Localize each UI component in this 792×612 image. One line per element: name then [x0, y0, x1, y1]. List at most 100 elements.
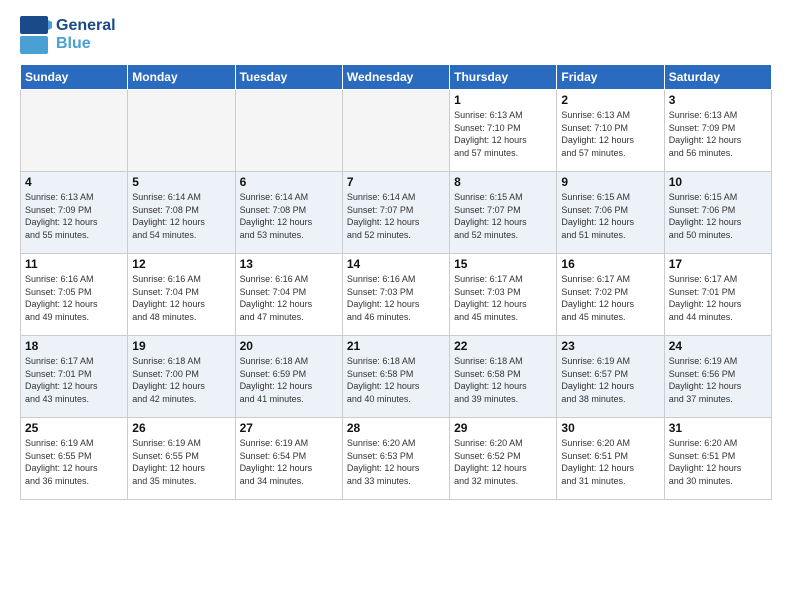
- calendar-cell: 18 Sunrise: 6:17 AM Sunset: 7:01 PM Dayli…: [21, 336, 128, 418]
- calendar-cell: [342, 90, 449, 172]
- day-number: 8: [454, 175, 552, 189]
- calendar-week-row: 18 Sunrise: 6:17 AM Sunset: 7:01 PM Dayli…: [21, 336, 772, 418]
- weekday-header-saturday: Saturday: [664, 65, 771, 90]
- calendar-cell: 3 Sunrise: 6:13 AM Sunset: 7:09 PM Daylig…: [664, 90, 771, 172]
- day-number: 1: [454, 93, 552, 107]
- weekday-header-sunday: Sunday: [21, 65, 128, 90]
- day-info: Sunrise: 6:13 AM Sunset: 7:09 PM Dayligh…: [669, 109, 767, 159]
- day-number: 3: [669, 93, 767, 107]
- calendar-cell: 9Sunrise: 6:15 AM Sunset: 7:06 PM Daylig…: [557, 172, 664, 254]
- logo-icon: [20, 16, 52, 54]
- weekday-header-thursday: Thursday: [450, 65, 557, 90]
- day-number: 7: [347, 175, 445, 189]
- day-info: Sunrise: 6:20 AM Sunset: 6:52 PM Dayligh…: [454, 437, 552, 487]
- calendar-cell: 30Sunrise: 6:20 AM Sunset: 6:51 PM Dayli…: [557, 418, 664, 500]
- day-info: Sunrise: 6:17 AM Sunset: 7:01 PM Dayligh…: [669, 273, 767, 323]
- day-info: Sunrise: 6:20 AM Sunset: 6:51 PM Dayligh…: [561, 437, 659, 487]
- day-number: 16: [561, 257, 659, 271]
- calendar-cell: [235, 90, 342, 172]
- day-info: Sunrise: 6:13 AM Sunset: 7:10 PM Dayligh…: [561, 109, 659, 159]
- weekday-header-friday: Friday: [557, 65, 664, 90]
- day-number: 26: [132, 421, 230, 435]
- day-info: Sunrise: 6:14 AM Sunset: 7:07 PM Dayligh…: [347, 191, 445, 241]
- day-info: Sunrise: 6:17 AM Sunset: 7:01 PM Dayligh…: [25, 355, 123, 405]
- day-info: Sunrise: 6:17 AM Sunset: 7:02 PM Dayligh…: [561, 273, 659, 323]
- page: General Blue SundayMondayTuesdayWednesda…: [0, 0, 792, 612]
- day-info: Sunrise: 6:13 AM Sunset: 7:10 PM Dayligh…: [454, 109, 552, 159]
- day-info: Sunrise: 6:19 AM Sunset: 6:55 PM Dayligh…: [25, 437, 123, 487]
- day-info: Sunrise: 6:14 AM Sunset: 7:08 PM Dayligh…: [240, 191, 338, 241]
- calendar-cell: [21, 90, 128, 172]
- calendar-cell: 6 Sunrise: 6:14 AM Sunset: 7:08 PM Daylig…: [235, 172, 342, 254]
- calendar-table: SundayMondayTuesdayWednesdayThursdayFrid…: [20, 64, 772, 500]
- calendar-cell: 31 Sunrise: 6:20 AM Sunset: 6:51 PM Dayli…: [664, 418, 771, 500]
- day-number: 5: [132, 175, 230, 189]
- day-number: 15: [454, 257, 552, 271]
- day-number: 21: [347, 339, 445, 353]
- day-number: 2: [561, 93, 659, 107]
- day-number: 22: [454, 339, 552, 353]
- day-number: 14: [347, 257, 445, 271]
- calendar-cell: 28 Sunrise: 6:20 AM Sunset: 6:53 PM Dayli…: [342, 418, 449, 500]
- calendar-cell: 12 Sunrise: 6:16 AM Sunset: 7:04 PM Dayli…: [128, 254, 235, 336]
- day-number: 12: [132, 257, 230, 271]
- calendar-week-row: 11 Sunrise: 6:16 AM Sunset: 7:05 PM Dayli…: [21, 254, 772, 336]
- calendar-cell: 20 Sunrise: 6:18 AM Sunset: 6:59 PM Dayli…: [235, 336, 342, 418]
- day-number: 24: [669, 339, 767, 353]
- calendar-cell: 29 Sunrise: 6:20 AM Sunset: 6:52 PM Dayli…: [450, 418, 557, 500]
- day-number: 28: [347, 421, 445, 435]
- day-info: Sunrise: 6:16 AM Sunset: 7:03 PM Dayligh…: [347, 273, 445, 323]
- day-info: Sunrise: 6:16 AM Sunset: 7:04 PM Dayligh…: [132, 273, 230, 323]
- calendar-cell: 24 Sunrise: 6:19 AM Sunset: 6:56 PM Dayli…: [664, 336, 771, 418]
- weekday-header-monday: Monday: [128, 65, 235, 90]
- day-info: Sunrise: 6:18 AM Sunset: 6:58 PM Dayligh…: [347, 355, 445, 405]
- day-number: 6: [240, 175, 338, 189]
- weekday-header-wednesday: Wednesday: [342, 65, 449, 90]
- day-number: 19: [132, 339, 230, 353]
- day-info: Sunrise: 6:15 AM Sunset: 7:07 PM Dayligh…: [454, 191, 552, 241]
- day-number: 18: [25, 339, 123, 353]
- day-number: 10: [669, 175, 767, 189]
- day-info: Sunrise: 6:18 AM Sunset: 7:00 PM Dayligh…: [132, 355, 230, 405]
- calendar-week-row: 25Sunrise: 6:19 AM Sunset: 6:55 PM Dayli…: [21, 418, 772, 500]
- calendar-cell: 17 Sunrise: 6:17 AM Sunset: 7:01 PM Dayli…: [664, 254, 771, 336]
- day-info: Sunrise: 6:13 AM Sunset: 7:09 PM Dayligh…: [25, 191, 123, 241]
- calendar-week-row: 1 Sunrise: 6:13 AM Sunset: 7:10 PM Daylig…: [21, 90, 772, 172]
- day-number: 4: [25, 175, 123, 189]
- calendar-cell: 13Sunrise: 6:16 AM Sunset: 7:04 PM Dayli…: [235, 254, 342, 336]
- calendar-cell: 5 Sunrise: 6:14 AM Sunset: 7:08 PM Daylig…: [128, 172, 235, 254]
- day-number: 13: [240, 257, 338, 271]
- day-info: Sunrise: 6:14 AM Sunset: 7:08 PM Dayligh…: [132, 191, 230, 241]
- day-info: Sunrise: 6:19 AM Sunset: 6:55 PM Dayligh…: [132, 437, 230, 487]
- day-number: 11: [25, 257, 123, 271]
- day-info: Sunrise: 6:15 AM Sunset: 7:06 PM Dayligh…: [561, 191, 659, 241]
- day-info: Sunrise: 6:20 AM Sunset: 6:53 PM Dayligh…: [347, 437, 445, 487]
- day-info: Sunrise: 6:19 AM Sunset: 6:54 PM Dayligh…: [240, 437, 338, 487]
- calendar-week-row: 4 Sunrise: 6:13 AM Sunset: 7:09 PM Daylig…: [21, 172, 772, 254]
- calendar-cell: 15 Sunrise: 6:17 AM Sunset: 7:03 PM Dayli…: [450, 254, 557, 336]
- calendar-cell: [128, 90, 235, 172]
- calendar-cell: 25Sunrise: 6:19 AM Sunset: 6:55 PM Dayli…: [21, 418, 128, 500]
- day-number: 29: [454, 421, 552, 435]
- day-info: Sunrise: 6:18 AM Sunset: 6:59 PM Dayligh…: [240, 355, 338, 405]
- day-info: Sunrise: 6:19 AM Sunset: 6:56 PM Dayligh…: [669, 355, 767, 405]
- day-info: Sunrise: 6:16 AM Sunset: 7:05 PM Dayligh…: [25, 273, 123, 323]
- day-number: 17: [669, 257, 767, 271]
- day-number: 23: [561, 339, 659, 353]
- day-number: 27: [240, 421, 338, 435]
- day-info: Sunrise: 6:17 AM Sunset: 7:03 PM Dayligh…: [454, 273, 552, 323]
- calendar-cell: 1 Sunrise: 6:13 AM Sunset: 7:10 PM Daylig…: [450, 90, 557, 172]
- day-number: 20: [240, 339, 338, 353]
- calendar-header-row: SundayMondayTuesdayWednesdayThursdayFrid…: [21, 65, 772, 90]
- calendar-cell: 8 Sunrise: 6:15 AM Sunset: 7:07 PM Daylig…: [450, 172, 557, 254]
- calendar-cell: 23Sunrise: 6:19 AM Sunset: 6:57 PM Dayli…: [557, 336, 664, 418]
- day-info: Sunrise: 6:18 AM Sunset: 6:58 PM Dayligh…: [454, 355, 552, 405]
- header: General Blue: [20, 16, 772, 54]
- calendar-cell: 2 Sunrise: 6:13 AM Sunset: 7:10 PM Daylig…: [557, 90, 664, 172]
- day-info: Sunrise: 6:20 AM Sunset: 6:51 PM Dayligh…: [669, 437, 767, 487]
- calendar-cell: 4 Sunrise: 6:13 AM Sunset: 7:09 PM Daylig…: [21, 172, 128, 254]
- calendar-cell: 21 Sunrise: 6:18 AM Sunset: 6:58 PM Dayli…: [342, 336, 449, 418]
- calendar-cell: 10Sunrise: 6:15 AM Sunset: 7:06 PM Dayli…: [664, 172, 771, 254]
- calendar-cell: 26 Sunrise: 6:19 AM Sunset: 6:55 PM Dayli…: [128, 418, 235, 500]
- day-number: 31: [669, 421, 767, 435]
